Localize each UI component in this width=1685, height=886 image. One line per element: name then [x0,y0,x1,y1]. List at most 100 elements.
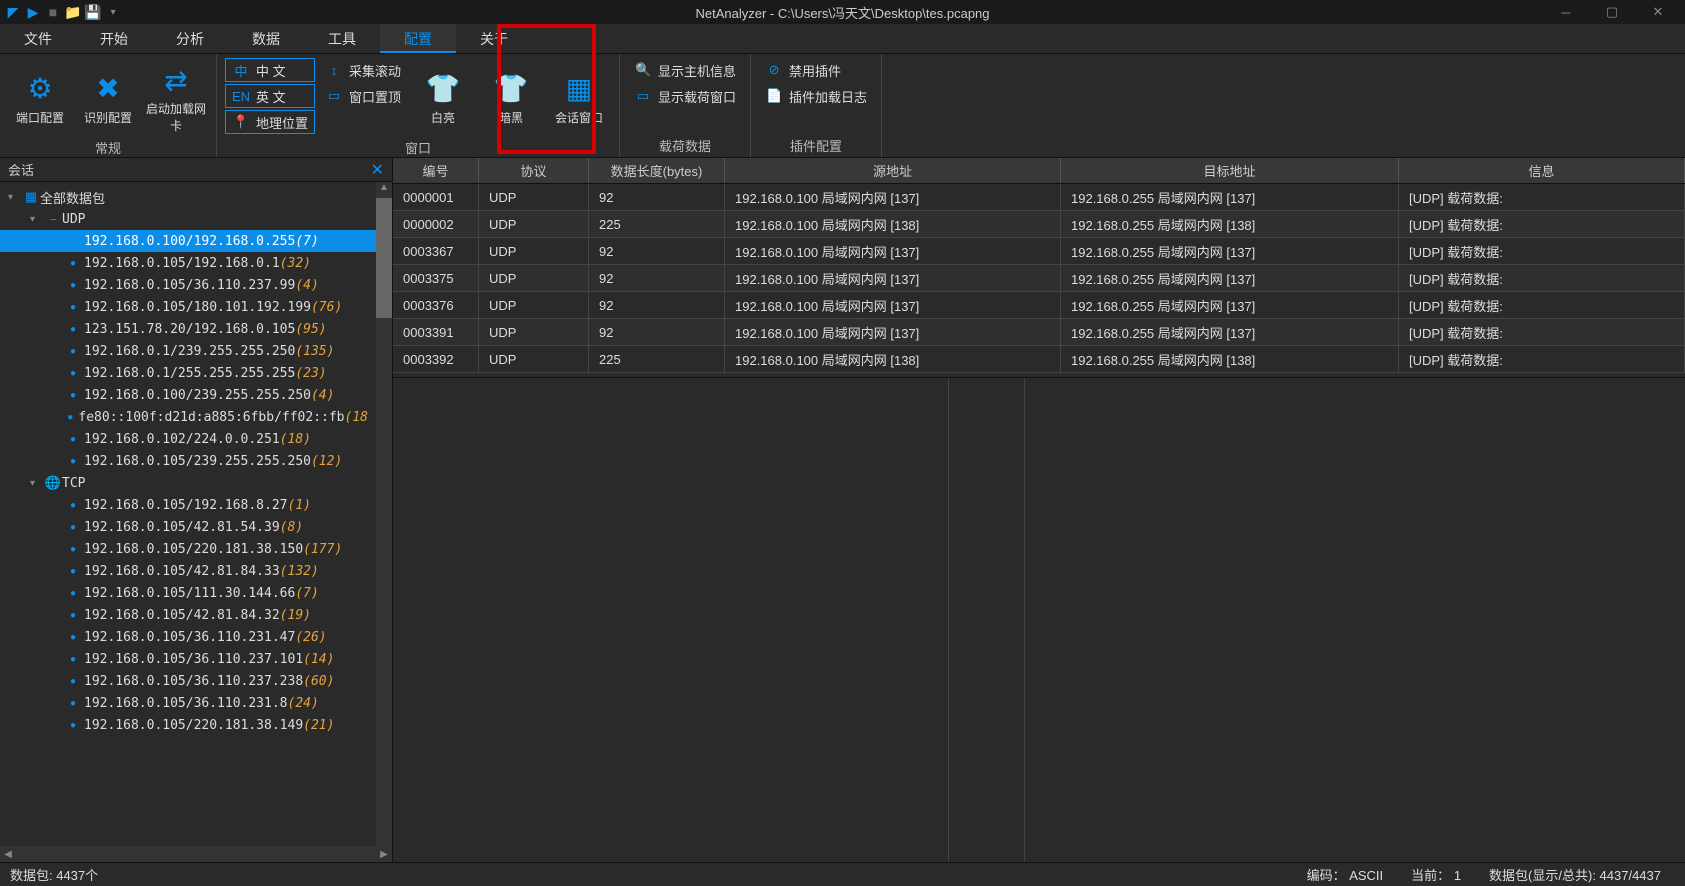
tree-node[interactable]: ●192.168.0.105/36.110.237.101 (14) [0,648,376,670]
titlebar: ◤ ▶ ■ 📁 💾 ▾ NetAnalyzer - C:\Users\冯天文\D… [0,0,1685,24]
tree-node[interactable]: ●192.168.0.105/36.110.237.238 (60) [0,670,376,692]
tree-node[interactable]: ●192.168.0.1/239.255.255.250 (135) [0,340,376,362]
packet-row[interactable]: 0003375UDP92192.168.0.100 局域网内网 [137]192… [393,265,1685,292]
tree-node[interactable]: ▾🌐TCP [0,472,376,494]
ribbon-btn-采集滚动[interactable]: ↕采集滚动 [319,58,407,82]
session-panel-header: 会话 ✕ [0,158,392,182]
status-current: 当前： 1 [1397,865,1475,884]
ribbon-btn-显示载荷窗口[interactable]: ▭显示载荷窗口 [628,84,742,108]
dropdown-icon[interactable]: ▾ [104,3,122,21]
grid-header-编号[interactable]: 编号 [393,158,479,183]
tree-node[interactable]: ●192.168.0.105/36.110.237.99 (4) [0,274,376,296]
menu-配置[interactable]: 配置 [380,24,456,53]
stop-icon[interactable]: ■ [44,3,62,21]
tree-node[interactable]: ●192.168.0.1/255.255.255.255 (23) [0,362,376,384]
detail-col-3 [1025,378,1685,862]
ribbon-btn-白亮[interactable]: 👕白亮 [411,58,475,136]
grid-header-数据长度(bytes)[interactable]: 数据长度(bytes) [589,158,725,183]
ribbon-group-label: 常规 [8,136,208,157]
ribbon-group-label: 插件配置 [759,134,873,155]
close-button[interactable]: ✕ [1635,0,1681,24]
ribbon-group-窗口: 中中 文EN英 文📍地理位置 ↕采集滚动▭窗口置顶👕白亮👕暗黑▦会话窗口窗口 [217,54,620,157]
ribbon: ⚙端口配置✖识别配置⇄启动加载网卡常规中中 文EN英 文📍地理位置↕采集滚动▭窗… [0,54,1685,158]
ribbon-btn-会话窗口[interactable]: ▦会话窗口 [547,58,611,136]
tree-node[interactable]: ●192.168.0.105/36.110.231.8 (24) [0,692,376,714]
ribbon-group-常规: ⚙端口配置✖识别配置⇄启动加载网卡常规 [0,54,217,157]
tree-node[interactable]: ●192.168.0.105/220.181.38.149 (21) [0,714,376,736]
ribbon-group-插件配置: ⊘禁用插件📄插件加载日志插件配置 [751,54,882,157]
tree-node[interactable]: ●192.168.0.105/42.81.84.32 (19) [0,604,376,626]
panel-close-icon[interactable]: ✕ [371,160,384,180]
tree-vertical-scrollbar[interactable]: ▲ [376,182,392,846]
tree-node[interactable]: ●192.168.0.105/111.30.144.66 (7) [0,582,376,604]
tree-node[interactable]: ●192.168.0.105/220.181.38.150 (177) [0,538,376,560]
status-packets: 数据包: 4437个 [10,865,98,884]
maximize-button[interactable]: ▢ [1589,0,1635,24]
packet-grid-body: 0000001UDP92192.168.0.100 局域网内网 [137]192… [393,184,1685,373]
packet-row[interactable]: 0003367UDP92192.168.0.100 局域网内网 [137]192… [393,238,1685,265]
ribbon-btn-识别配置[interactable]: ✖识别配置 [76,58,140,136]
ribbon-group-label: 窗口 [225,136,611,157]
tree-node[interactable]: ▾▦全部数据包 [0,186,376,208]
packet-row[interactable]: 0000002UDP225192.168.0.100 局域网内网 [138]19… [393,211,1685,238]
packet-grid-header: 编号协议数据长度(bytes)源地址目标地址信息 [393,158,1685,184]
menu-关于[interactable]: 关于 [456,24,532,53]
save-icon[interactable]: 💾 [84,3,102,21]
window-title: NetAnalyzer - C:\Users\冯天文\Desktop\tes.p… [695,3,989,22]
packet-row[interactable]: 0000001UDP92192.168.0.100 局域网内网 [137]192… [393,184,1685,211]
ribbon-group-载荷数据: 🔍显示主机信息▭显示载荷窗口载荷数据 [620,54,751,157]
minimize-button[interactable]: ─ [1543,0,1589,24]
tree-horizontal-scrollbar[interactable]: ◀ ▶ [0,846,392,862]
session-tree: ▾▦全部数据包▾−UDP●192.168.0.100/192.168.0.255… [0,182,392,846]
menu-数据[interactable]: 数据 [228,24,304,53]
tree-node[interactable]: ●192.168.0.105/36.110.231.47 (26) [0,626,376,648]
tree-node[interactable]: ●192.168.0.105/192.168.0.1 (32) [0,252,376,274]
ribbon-btn-地理位置[interactable]: 📍地理位置 [225,110,315,134]
status-display: 数据包(显示/总共): 4437/4437 [1475,865,1675,884]
ribbon-btn-端口配置[interactable]: ⚙端口配置 [8,58,72,136]
tree-node[interactable]: ●192.168.0.102/224.0.0.251 (18) [0,428,376,450]
ribbon-btn-启动加载网卡[interactable]: ⇄启动加载网卡 [144,58,208,136]
tree-node[interactable]: ▾−UDP [0,208,376,230]
tree-node[interactable]: ●fe80::100f:d21d:a885:6fbb/ff02::fb (18 [0,406,376,428]
statusbar: 数据包: 4437个 编码： ASCII 当前： 1 数据包(显示/总共): 4… [0,862,1685,886]
ribbon-btn-暗黑[interactable]: 👕暗黑 [479,58,543,136]
tree-node[interactable]: ●192.168.0.105/239.255.255.250 (12) [0,450,376,472]
open-icon[interactable]: 📁 [64,3,82,21]
tree-node[interactable]: ●192.168.0.105/192.168.8.27 (1) [0,494,376,516]
menubar: 文件开始分析数据工具配置关于 [0,24,1685,54]
menu-分析[interactable]: 分析 [152,24,228,53]
session-panel-title: 会话 [8,160,34,179]
ribbon-btn-插件加载日志[interactable]: 📄插件加载日志 [759,84,873,108]
detail-col-1 [393,378,949,862]
play-icon[interactable]: ▶ [24,3,42,21]
packet-main: 编号协议数据长度(bytes)源地址目标地址信息 0000001UDP92192… [393,158,1685,862]
detail-pane [393,377,1685,862]
tree-node[interactable]: ●192.168.0.105/42.81.84.33 (132) [0,560,376,582]
ribbon-btn-显示主机信息[interactable]: 🔍显示主机信息 [628,58,742,82]
status-encoding: 编码： ASCII [1293,865,1398,884]
menu-工具[interactable]: 工具 [304,24,380,53]
ribbon-btn-禁用插件[interactable]: ⊘禁用插件 [759,58,873,82]
packet-row[interactable]: 0003376UDP92192.168.0.100 局域网内网 [137]192… [393,292,1685,319]
tree-node[interactable]: ●192.168.0.105/180.101.192.199 (76) [0,296,376,318]
grid-header-源地址[interactable]: 源地址 [725,158,1061,183]
ribbon-btn-英 文[interactable]: EN英 文 [225,84,315,108]
tree-node[interactable]: ●192.168.0.105/42.81.54.39 (8) [0,516,376,538]
menu-开始[interactable]: 开始 [76,24,152,53]
ribbon-btn-窗口置顶[interactable]: ▭窗口置顶 [319,84,407,108]
content-area: 会话 ✕ ▾▦全部数据包▾−UDP●192.168.0.100/192.168.… [0,158,1685,862]
ribbon-btn-中 文[interactable]: 中中 文 [225,58,315,82]
tree-node[interactable]: ●123.151.78.20/192.168.0.105 (95) [0,318,376,340]
app-icon: ◤ [4,3,22,21]
grid-header-目标地址[interactable]: 目标地址 [1061,158,1399,183]
grid-header-信息[interactable]: 信息 [1399,158,1685,183]
ribbon-group-label: 载荷数据 [628,134,742,155]
detail-col-2 [949,378,1025,862]
grid-header-协议[interactable]: 协议 [479,158,589,183]
packet-row[interactable]: 0003392UDP225192.168.0.100 局域网内网 [138]19… [393,346,1685,373]
menu-文件[interactable]: 文件 [0,24,76,53]
tree-node[interactable]: ●192.168.0.100/239.255.255.250 (4) [0,384,376,406]
tree-node[interactable]: ●192.168.0.100/192.168.0.255 (7) [0,230,376,252]
packet-row[interactable]: 0003391UDP92192.168.0.100 局域网内网 [137]192… [393,319,1685,346]
